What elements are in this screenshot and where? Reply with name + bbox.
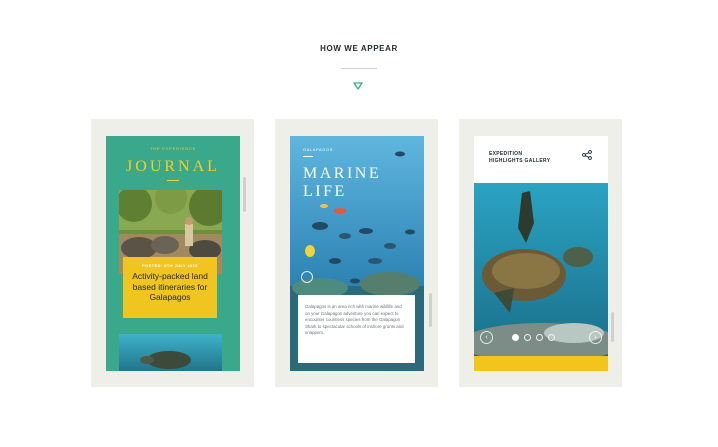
- journal-post-panel[interactable]: POSTED: 8TH JULY 2015 Activity-packed la…: [123, 257, 217, 318]
- marine-card: GALAPAGOS MARINE LIFE Galapagos is an ar…: [275, 119, 438, 387]
- marine-title: MARINE LIFE: [303, 165, 382, 200]
- marine-text-panel: Galapagos is an area rich with marine wi…: [298, 295, 415, 363]
- prev-arrow-icon[interactable]: ‹: [480, 331, 493, 344]
- post-headline[interactable]: Activity-packed land based itineraries f…: [127, 271, 213, 303]
- marine-title-rule: [303, 156, 313, 157]
- marine-screen: GALAPAGOS MARINE LIFE Galapagos is an ar…: [290, 136, 424, 371]
- gallery-dot[interactable]: [548, 334, 555, 341]
- share-icon[interactable]: [582, 150, 592, 160]
- marine-eyebrow: GALAPAGOS: [303, 147, 334, 152]
- gallery-dot[interactable]: [524, 334, 531, 341]
- journal-scrollbar[interactable]: [243, 177, 246, 212]
- gallery-card: EXPEDITION HIGHLIGHTS GALLERY ‹ ›: [459, 119, 622, 387]
- gallery-dot[interactable]: [512, 334, 519, 341]
- gallery-heading-line2: HIGHLIGHTS GALLERY: [489, 157, 551, 164]
- journal-title-rule: [167, 180, 179, 181]
- post-date: POSTED: 8TH JULY 2015: [142, 263, 198, 268]
- marine-body: Galapagos is an area rich with marine wi…: [305, 304, 404, 336]
- section-title: HOW WE APPEAR: [320, 44, 398, 53]
- journal-eyebrow: THE EXPERIENCE: [149, 146, 197, 151]
- chevron-down-icon[interactable]: [353, 82, 363, 90]
- title-divider: [341, 68, 377, 69]
- play-circle-icon[interactable]: [301, 271, 313, 283]
- marine-scrollbar[interactable]: [429, 293, 432, 327]
- journal-card: THE EXPERIENCE JOURNAL POSTED: 8TH JULY …: [91, 119, 254, 387]
- journal-title: JOURNAL: [126, 158, 220, 175]
- journal-photo-second[interactable]: [119, 334, 222, 371]
- next-arrow-icon[interactable]: ›: [589, 331, 602, 344]
- gallery-screen: EXPEDITION HIGHLIGHTS GALLERY ‹ ›: [474, 136, 608, 371]
- gallery-scrollbar[interactable]: [611, 312, 614, 342]
- journal-screen: THE EXPERIENCE JOURNAL POSTED: 8TH JULY …: [106, 136, 240, 371]
- gallery-photo[interactable]: ‹ ›: [474, 183, 608, 356]
- gallery-heading: EXPEDITION HIGHLIGHTS GALLERY: [489, 151, 569, 164]
- gallery-dot[interactable]: [536, 334, 543, 341]
- gallery-footer-bar: [474, 356, 608, 371]
